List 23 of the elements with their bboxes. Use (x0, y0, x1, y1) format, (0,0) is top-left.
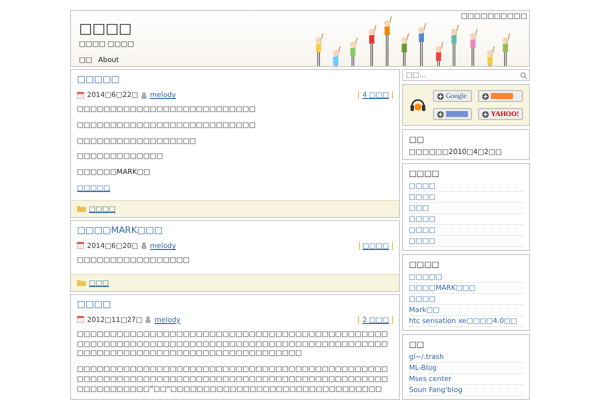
site-title: □□□□ (79, 21, 133, 37)
widget-title: □□ (409, 340, 426, 349)
widget-title: □□□□ (409, 260, 440, 269)
folder-icon (77, 205, 86, 212)
calendar-icon (77, 242, 84, 250)
post-title[interactable]: □□□□MARK□□□ (77, 226, 393, 236)
subscribe-button[interactable] (432, 108, 472, 120)
subscribe-button[interactable] (478, 90, 523, 102)
plus-icon (482, 92, 489, 100)
search-icon[interactable] (520, 72, 527, 79)
widget-title: □□ (409, 135, 426, 144)
person-icon (141, 92, 148, 98)
post-title[interactable]: □□□□□ (77, 75, 393, 85)
calendar-icon (77, 92, 84, 98)
calendar-icon (77, 316, 84, 324)
folder-icon (77, 279, 86, 286)
plus-icon (436, 92, 444, 100)
person-icon (141, 242, 148, 250)
plus-icon (482, 110, 489, 118)
person-icon (145, 316, 152, 324)
post-title[interactable]: □□□□ (77, 300, 393, 310)
widget-title: □□□□ (409, 169, 440, 178)
plus-icon (436, 110, 444, 118)
